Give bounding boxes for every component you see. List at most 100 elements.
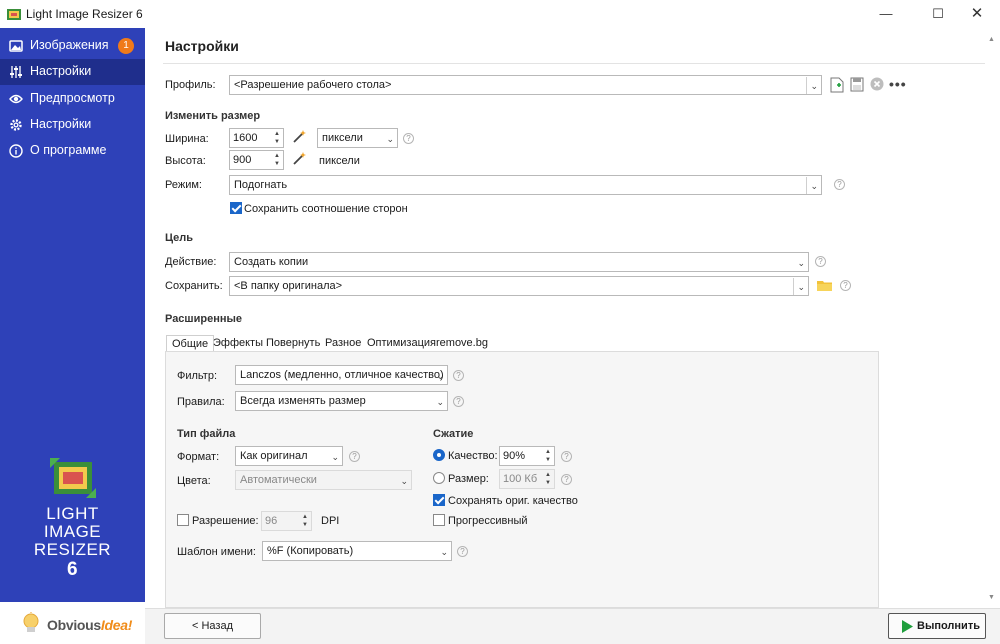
profile-select[interactable]: <Разрешение рабочего стола> ⌄	[229, 75, 822, 95]
spin-arrows-icon[interactable]: ▲ ▼	[300, 513, 310, 529]
size-input[interactable]: 100 Кб ▲ ▼	[499, 469, 555, 489]
sidebar-item-label: Настройки	[30, 64, 92, 78]
filter-select[interactable]: Lanczos (медленно, отличное качество) ⌄	[235, 365, 448, 385]
sidebar-item-label: Изображения	[30, 38, 109, 52]
keep-ratio-label[interactable]: Сохранить соотношение сторон	[244, 203, 408, 215]
chevron-down-icon: ⌄	[386, 134, 394, 144]
quality-label[interactable]: Качество:	[448, 450, 498, 462]
help-icon[interactable]: ?	[457, 546, 468, 557]
keep-ratio-checkbox[interactable]	[230, 202, 242, 214]
scroll-up-icon[interactable]: ▲	[988, 36, 995, 43]
images-icon	[9, 40, 23, 52]
compression-section-title: Сжатие	[433, 428, 474, 440]
spin-arrows-icon[interactable]: ▲ ▼	[272, 152, 282, 168]
mode-select[interactable]: Подогнать ⌄	[229, 175, 822, 195]
advanced-section-title: Расширенные	[165, 313, 242, 325]
resolution-unit: DPI	[321, 515, 340, 527]
colors-label: Цвета:	[177, 475, 211, 487]
target-section-title: Цель	[165, 232, 194, 244]
scroll-down-icon[interactable]: ▼	[988, 594, 995, 601]
resolution-checkbox[interactable]	[177, 514, 189, 526]
rules-label: Правила:	[177, 396, 225, 408]
tab-removebg[interactable]: remove.bg	[431, 335, 493, 352]
resolution-label[interactable]: Разрешение:	[192, 515, 259, 527]
rules-select[interactable]: Всегда изменять размер ⌄	[235, 391, 448, 411]
new-profile-icon[interactable]	[830, 77, 844, 93]
help-icon[interactable]: ?	[453, 370, 464, 381]
run-button[interactable]: Выполнить	[888, 613, 986, 639]
quality-input[interactable]: 90% ▲ ▼	[499, 446, 555, 466]
chevron-down-icon: ⌄	[440, 547, 448, 557]
width-unit-select[interactable]: пиксели ⌄	[317, 128, 398, 148]
app-logo-icon	[50, 458, 96, 498]
brand-wordmark: LIGHT IMAGE RESIZER 6	[0, 504, 145, 580]
brand-line: LIGHT	[46, 504, 99, 523]
sidebar-item-settings-active[interactable]: Настройки	[0, 59, 145, 85]
spin-arrows-icon[interactable]: ▲ ▼	[543, 448, 553, 464]
size-label[interactable]: Размер:	[448, 473, 489, 485]
width-input[interactable]: 1600 ▲ ▼	[229, 128, 284, 148]
help-icon[interactable]: ?	[815, 256, 826, 267]
size-radio[interactable]	[433, 472, 445, 484]
width-label: Ширина:	[165, 133, 209, 145]
help-icon[interactable]: ?	[403, 133, 414, 144]
tab-rotate[interactable]: Повернуть	[261, 335, 325, 352]
resolution-input[interactable]: 96 ▲ ▼	[261, 511, 312, 531]
magic-wand-icon[interactable]	[292, 130, 306, 144]
app-icon	[7, 9, 21, 20]
title-bar: Light Image Resizer 6 — ☐ ✕	[0, 0, 1000, 28]
progressive-checkbox[interactable]	[433, 514, 445, 526]
tab-effects[interactable]: Эффекты	[208, 335, 268, 352]
sidebar-item-label: Предпросмотр	[30, 91, 115, 105]
brand-version: 6	[66, 559, 79, 580]
keep-quality-label[interactable]: Сохранять ориг. качество	[448, 495, 578, 507]
sidebar-item-preview[interactable]: Предпросмотр	[0, 86, 145, 112]
save-profile-icon[interactable]	[850, 77, 864, 92]
tab-optimization[interactable]: Оптимизация	[362, 335, 441, 352]
spin-arrows-icon[interactable]: ▲ ▼	[272, 130, 282, 146]
more-options-icon[interactable]: •••	[889, 76, 907, 92]
colors-select[interactable]: Автоматически ⌄	[235, 470, 412, 490]
info-icon	[9, 144, 23, 158]
height-unit-label: пиксели	[319, 155, 360, 167]
help-icon[interactable]: ?	[561, 474, 572, 485]
brand-line: IMAGE	[43, 522, 102, 541]
company-logo: ObviousIdea!	[0, 602, 145, 644]
help-icon[interactable]: ?	[349, 451, 360, 462]
progressive-label[interactable]: Прогрессивный	[448, 515, 528, 527]
chevron-down-icon: ⌄	[806, 77, 818, 94]
minimize-button[interactable]: —	[863, 0, 909, 28]
run-button-label: Выполнить	[917, 620, 980, 632]
spin-arrows-icon[interactable]: ▲ ▼	[543, 471, 553, 487]
delete-profile-icon[interactable]	[870, 77, 884, 91]
resize-section-title: Изменить размер	[165, 110, 261, 122]
divider	[163, 63, 985, 64]
help-icon[interactable]: ?	[840, 280, 851, 291]
folder-icon[interactable]	[817, 279, 833, 292]
format-select[interactable]: Как оригинал ⌄	[235, 446, 343, 466]
magic-wand-icon[interactable]	[292, 152, 306, 166]
height-label: Высота:	[165, 155, 206, 167]
quality-radio[interactable]	[433, 449, 445, 461]
lightbulb-icon	[23, 612, 39, 632]
help-icon[interactable]: ?	[561, 451, 572, 462]
action-select[interactable]: Создать копии ⌄	[229, 252, 809, 272]
chevron-down-icon: ⌄	[400, 476, 408, 486]
chevron-down-icon: ⌄	[436, 371, 444, 381]
back-button[interactable]: < Назад	[164, 613, 261, 639]
keep-quality-checkbox[interactable]	[433, 494, 445, 506]
help-icon[interactable]: ?	[453, 396, 464, 407]
format-label: Формат:	[177, 451, 220, 463]
sidebar-item-about[interactable]: О программе	[0, 138, 145, 164]
play-icon	[902, 620, 913, 633]
save-location-select[interactable]: <В папку оригинала> ⌄	[229, 276, 809, 296]
height-input[interactable]: 900 ▲ ▼	[229, 150, 284, 170]
close-button[interactable]: ✕	[954, 0, 1000, 28]
tab-misc[interactable]: Разное	[320, 335, 366, 352]
scrollbar[interactable]: ▲ ▼	[985, 28, 1000, 608]
sidebar-item-images[interactable]: Изображения 1	[0, 33, 145, 59]
sidebar-item-preferences[interactable]: Настройки	[0, 112, 145, 138]
help-icon[interactable]: ?	[834, 179, 845, 190]
sliders-icon	[10, 66, 22, 78]
name-template-select[interactable]: %F (Копировать) ⌄	[262, 541, 452, 561]
